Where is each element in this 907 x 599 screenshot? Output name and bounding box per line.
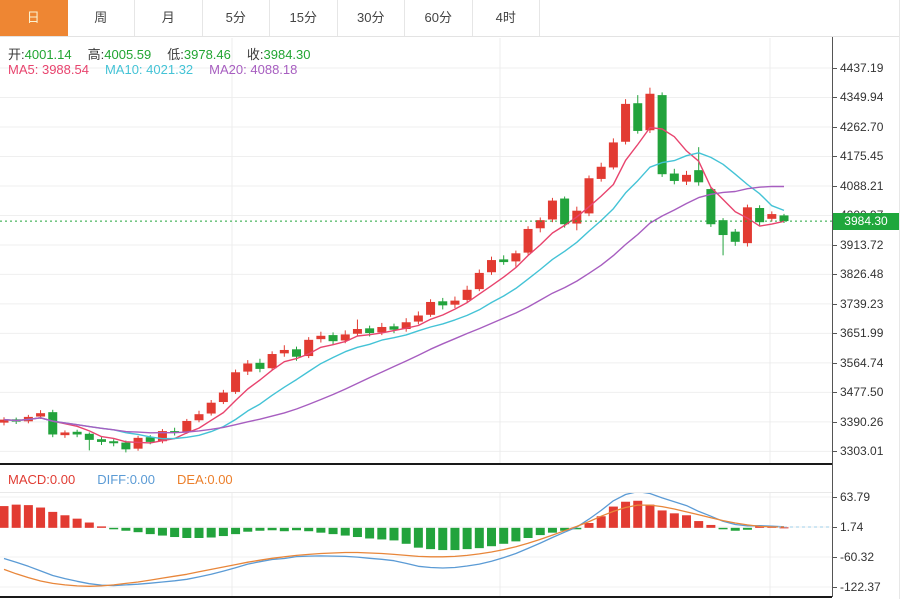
interval-tab-bar: 日 周 月 5分 15分 30分 60分 4时	[0, 0, 900, 37]
y-axis-tick-mark	[832, 186, 837, 187]
macd-legend: MACD:0.00 DIFF:0.00 DEA:0.00	[0, 466, 832, 493]
ma5-value: MA5: 3988.54	[8, 62, 89, 77]
y-axis-tick: 4088.21	[840, 179, 883, 193]
current-price-badge: 3984.30	[833, 213, 899, 230]
y-axis-tick-mark	[832, 127, 837, 128]
diff-value: DIFF:0.00	[97, 472, 155, 487]
y-axis-tick: 3739.23	[840, 297, 883, 311]
y-axis-tick-mark	[832, 392, 837, 393]
y-axis-tick: 3651.99	[840, 326, 883, 340]
y-axis-tick: 3303.01	[840, 444, 883, 458]
y-axis-tick: 4349.94	[840, 90, 883, 104]
y-axis-tick: 3564.74	[840, 356, 883, 370]
macd-panel-baseline	[0, 596, 832, 598]
y-axis-tick: 4437.19	[840, 61, 883, 75]
tab-30min[interactable]: 30分	[338, 0, 406, 36]
low-label: 低:	[167, 47, 184, 62]
tab-15min[interactable]: 15分	[270, 0, 338, 36]
y-axis-tick-mark	[832, 363, 837, 364]
high-value: 4005.59	[104, 47, 151, 62]
y-axis-tick: 3390.26	[840, 415, 883, 429]
y-axis-tick: -60.32	[840, 550, 874, 564]
y-axis-tick-mark	[832, 304, 837, 305]
y-axis-tick-mark	[832, 333, 837, 334]
y-axis-tick-mark	[832, 422, 837, 423]
y-axis-tick: 1.74	[840, 520, 863, 534]
kline-chart-app: 日 周 月 5分 15分 30分 60分 4时 开:4001.14 高:4005.…	[0, 0, 907, 599]
tab-5min[interactable]: 5分	[203, 0, 271, 36]
ma20-value: MA20: 4088.18	[209, 62, 297, 77]
y-axis-tick-mark	[832, 97, 837, 98]
close-value: 3984.30	[264, 47, 311, 62]
y-axis-tick: 4175.45	[840, 149, 883, 163]
y-axis-tick-mark	[832, 68, 837, 69]
tab-month[interactable]: 月	[135, 0, 203, 36]
close-label: 收:	[247, 47, 264, 62]
chart-right-border	[899, 0, 900, 599]
y-axis-tick: 3826.48	[840, 267, 883, 281]
y-axis-tick-mark	[832, 451, 837, 452]
dea-value: DEA:0.00	[177, 472, 233, 487]
high-label: 高:	[88, 47, 105, 62]
y-axis-tick: 3477.50	[840, 385, 883, 399]
y-axis-tick: -122.37	[840, 580, 881, 594]
ohlc-legend: 开:4001.14 高:4005.59 低:3978.46 收:3984.30	[8, 44, 327, 63]
macd-chart-canvas[interactable]	[0, 493, 900, 596]
open-label: 开:	[8, 47, 25, 62]
tab-week[interactable]: 周	[68, 0, 136, 36]
ma10-value: MA10: 4021.32	[105, 62, 193, 77]
price-panel-baseline	[0, 463, 832, 465]
y-axis-tick: 4262.70	[840, 120, 883, 134]
y-axis-tick-mark	[832, 245, 837, 246]
tab-day[interactable]: 日	[0, 0, 68, 36]
low-value: 3978.46	[184, 47, 231, 62]
y-axis-tick-mark	[832, 527, 837, 528]
y-axis-tick: 63.79	[840, 490, 870, 504]
y-axis-tick-mark	[832, 497, 837, 498]
y-axis-tick-mark	[832, 587, 837, 588]
price-chart-canvas[interactable]	[0, 37, 900, 463]
y-axis-tick-mark	[832, 557, 837, 558]
y-axis-line	[832, 37, 833, 597]
y-axis-tick-mark	[832, 156, 837, 157]
y-axis-tick: 3913.72	[840, 238, 883, 252]
tab-4hour[interactable]: 4时	[473, 0, 541, 36]
ma-legend: MA5: 3988.54 MA10: 4021.32 MA20: 4088.18	[8, 62, 297, 77]
y-axis-tick-mark	[832, 274, 837, 275]
macd-value: MACD:0.00	[8, 472, 75, 487]
tab-60min[interactable]: 60分	[405, 0, 473, 36]
open-value: 4001.14	[25, 47, 72, 62]
